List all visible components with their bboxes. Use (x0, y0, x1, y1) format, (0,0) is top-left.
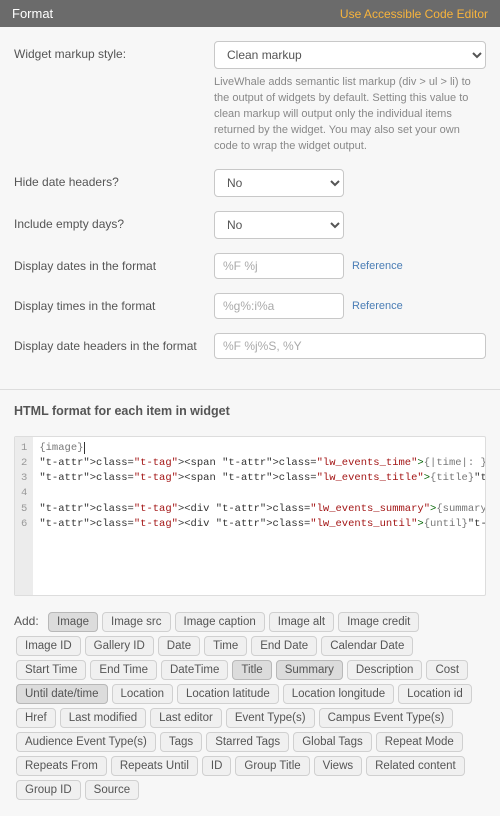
add-tag[interactable]: Summary (276, 660, 343, 680)
add-tag[interactable]: Last editor (150, 708, 222, 728)
add-tag[interactable]: ID (202, 756, 232, 776)
html-format-editor[interactable]: 123456 {image} "t-attr">class="t-tag"><s… (14, 436, 486, 596)
add-tag[interactable]: Image src (102, 612, 171, 632)
include-empty-days-select[interactable]: No (214, 211, 344, 239)
add-tag[interactable]: Cost (426, 660, 468, 680)
add-tag[interactable]: Calendar Date (321, 636, 413, 656)
html-format-title: HTML format for each item in widget (14, 404, 486, 418)
add-tag[interactable]: Starred Tags (206, 732, 289, 752)
add-tag[interactable]: End Date (251, 636, 317, 656)
markup-style-label: Widget markup style: (14, 41, 214, 61)
add-tag[interactable]: Title (232, 660, 271, 680)
code-gutter: 123456 (15, 437, 33, 595)
add-tag[interactable]: Href (16, 708, 56, 728)
add-tag[interactable]: Until date/time (16, 684, 108, 704)
section-divider (0, 389, 500, 390)
add-tag[interactable]: Campus Event Type(s) (319, 708, 454, 728)
add-tag[interactable]: Repeat Mode (376, 732, 463, 752)
add-tag[interactable]: Location id (398, 684, 472, 704)
code-area[interactable]: {image} "t-attr">class="t-tag"><span "t-… (33, 437, 486, 595)
date-format-label: Display dates in the format (14, 253, 214, 273)
hide-date-headers-select[interactable]: No (214, 169, 344, 197)
add-tag[interactable]: Tags (160, 732, 202, 752)
add-tag[interactable]: Source (85, 780, 139, 800)
add-tag[interactable]: DateTime (161, 660, 228, 680)
time-format-input[interactable] (214, 293, 344, 319)
panel-title: Format (12, 6, 53, 21)
add-tag[interactable]: Image caption (175, 612, 265, 632)
panel-header: Format Use Accessible Code Editor (0, 0, 500, 27)
add-tag[interactable]: Repeats From (16, 756, 107, 776)
add-tag[interactable]: Time (204, 636, 247, 656)
date-format-input[interactable] (214, 253, 344, 279)
add-tag[interactable]: Image (48, 612, 98, 632)
header-format-input[interactable] (214, 333, 486, 359)
add-tag[interactable]: Image alt (269, 612, 334, 632)
add-tag[interactable]: Location (112, 684, 173, 704)
add-tag[interactable]: Views (314, 756, 362, 776)
time-format-label: Display times in the format (14, 293, 214, 313)
add-tag[interactable]: Gallery ID (85, 636, 154, 656)
markup-style-help: LiveWhale adds semantic list markup (div… (214, 75, 486, 155)
add-tag[interactable]: Global Tags (293, 732, 372, 752)
header-format-label: Display date headers in the format (14, 333, 214, 353)
add-tag[interactable]: Group Title (235, 756, 309, 776)
add-tag[interactable]: Audience Event Type(s) (16, 732, 156, 752)
date-format-reference-link[interactable]: Reference (352, 260, 403, 272)
include-empty-days-label: Include empty days? (14, 211, 214, 231)
add-tag-section: Add: ImageImage srcImage captionImage al… (0, 610, 500, 816)
hide-date-headers-label: Hide date headers? (14, 169, 214, 189)
add-tag[interactable]: Group ID (16, 780, 81, 800)
add-tag[interactable]: Image credit (338, 612, 419, 632)
accessible-editor-link[interactable]: Use Accessible Code Editor (340, 7, 488, 21)
add-label: Add: (14, 614, 39, 628)
markup-style-select[interactable]: Clean markup (214, 41, 486, 69)
add-tag[interactable]: Related content (366, 756, 465, 776)
add-tag[interactable]: Location longitude (283, 684, 394, 704)
add-tag[interactable]: Last modified (60, 708, 146, 728)
add-tag[interactable]: Start Time (16, 660, 86, 680)
add-tag[interactable]: Repeats Until (111, 756, 198, 776)
add-tag[interactable]: Image ID (16, 636, 81, 656)
add-tag[interactable]: End Time (90, 660, 157, 680)
add-tag[interactable]: Location latitude (177, 684, 279, 704)
add-tag[interactable]: Event Type(s) (226, 708, 315, 728)
time-format-reference-link[interactable]: Reference (352, 300, 403, 312)
add-tag[interactable]: Description (347, 660, 423, 680)
add-tag[interactable]: Date (158, 636, 200, 656)
